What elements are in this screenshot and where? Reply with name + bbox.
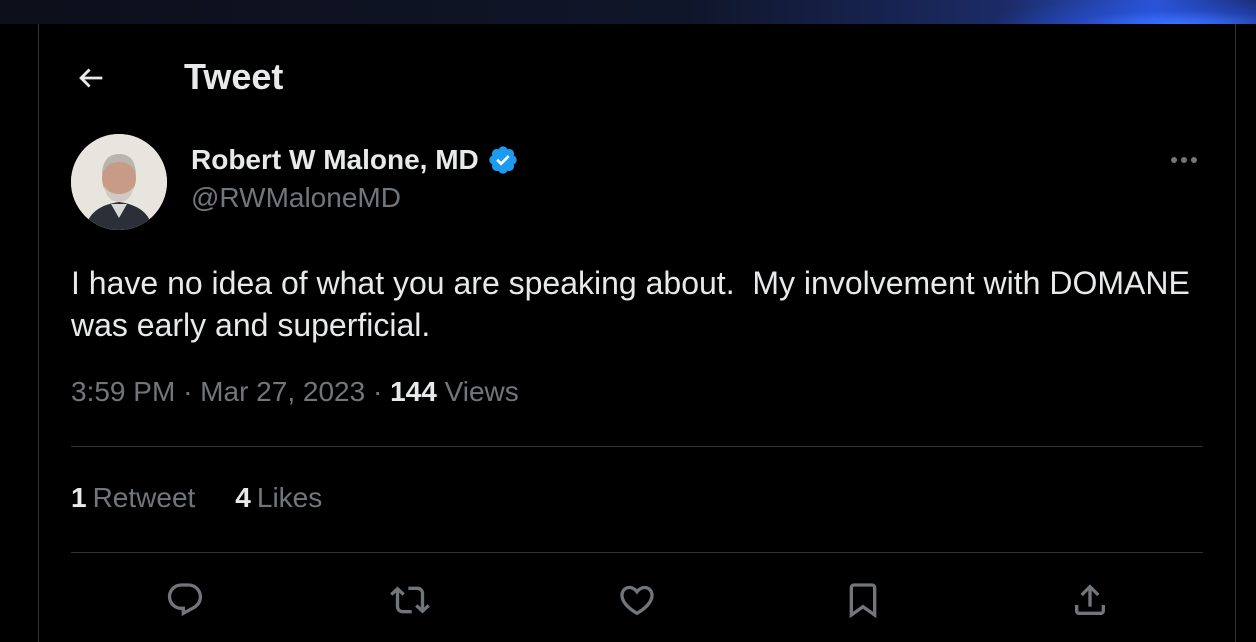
share-icon bbox=[1075, 584, 1105, 615]
views-count: 144 bbox=[390, 376, 437, 407]
page-title: Tweet bbox=[184, 56, 284, 97]
back-button[interactable] bbox=[68, 55, 114, 101]
tweet-text: I have no idea of what you are speaking … bbox=[71, 265, 1190, 343]
retweet-icon bbox=[390, 586, 430, 614]
retweets-label: Retweet bbox=[92, 482, 196, 513]
author-display-name[interactable]: Robert W Malone, MD bbox=[191, 144, 479, 176]
author-name-row[interactable]: Robert W Malone, MD bbox=[191, 140, 519, 180]
bookmark-button[interactable] bbox=[838, 575, 888, 625]
avatar[interactable] bbox=[71, 134, 167, 230]
browser-top-strip bbox=[0, 0, 1256, 24]
divider bbox=[71, 446, 1203, 447]
retweet-button[interactable] bbox=[385, 575, 435, 625]
likes-stat[interactable]: 4 Likes bbox=[235, 482, 322, 514]
avatar-portrait bbox=[71, 134, 167, 230]
meta-separator: · bbox=[372, 376, 383, 407]
like-button[interactable] bbox=[612, 575, 662, 625]
share-button[interactable] bbox=[1065, 575, 1115, 625]
likes-count: 4 bbox=[235, 482, 251, 513]
tweet-date[interactable]: Mar 27, 2023 bbox=[200, 376, 365, 407]
reply-icon bbox=[167, 583, 203, 617]
retweets-stat[interactable]: 1 Retweet bbox=[71, 482, 195, 514]
likes-label: Likes bbox=[256, 482, 323, 513]
views-label: Views bbox=[444, 376, 519, 407]
author-handle[interactable]: @RWMaloneMD bbox=[191, 182, 401, 214]
divider bbox=[71, 552, 1203, 553]
tweet-stats: 1 Retweet 4 Likes bbox=[71, 482, 322, 514]
meta-separator: · bbox=[183, 376, 193, 407]
more-dots-icon bbox=[1171, 157, 1197, 163]
arrow-left-icon bbox=[79, 68, 103, 88]
like-icon bbox=[620, 585, 654, 616]
tweet-time[interactable]: 3:59 PM bbox=[71, 376, 175, 407]
retweets-count: 1 bbox=[71, 482, 87, 513]
bookmark-icon bbox=[849, 583, 877, 619]
verified-badge-icon bbox=[489, 146, 517, 174]
action-bar bbox=[71, 575, 1203, 625]
top-strip-glow bbox=[996, 0, 1256, 24]
more-options-button[interactable] bbox=[1162, 140, 1206, 180]
reply-button[interactable] bbox=[160, 575, 210, 625]
tweet-meta: 3:59 PM · Mar 27, 2023 · 144 Views bbox=[71, 376, 519, 408]
